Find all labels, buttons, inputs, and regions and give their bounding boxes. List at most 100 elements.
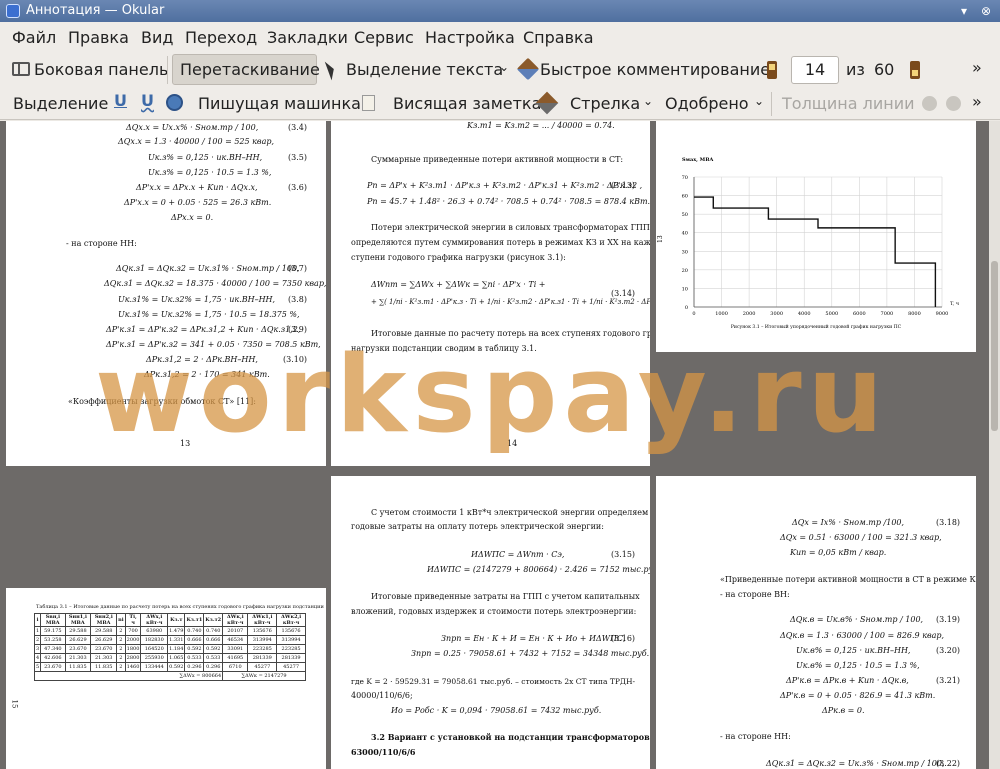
- arrow-chevron-icon[interactable]: ⌄: [643, 94, 653, 108]
- menu-bar: Файл Правка Вид Переход Закладки Сервис …: [0, 22, 1000, 52]
- formula-line: Зпрп = 0.25 · 79058.61 + 7432 + 7152 = 3…: [411, 649, 650, 658]
- table-sum-cell: ∑ΔWx = 800664: [33, 671, 224, 681]
- formula-line: Uк.з1% = Uк.з2% = 1,75 · uк.ВН–НН,: [118, 295, 276, 304]
- toolbar-overflow-icon[interactable]: »: [972, 58, 982, 77]
- annotation-toolbar: Выделение U U Пишущая машинка Висящая за…: [0, 88, 1000, 120]
- paragraph-text: где K = 2 · 59529.31 = 79058.61 тыс.руб.…: [351, 677, 636, 686]
- stamp-button[interactable]: Одобрено: [665, 94, 749, 113]
- table-header-cell: ΔWк,i кВт·ч: [222, 613, 249, 627]
- formula-line: ΔQк.в = 1.3 · 63000 / 100 = 826.9 квар,: [780, 631, 945, 640]
- table-sum-row: ∑ΔWx = 800664 ∑ΔWк = 2147279: [33, 671, 306, 681]
- formula-line: ΔPк.з1,2 = 2 · ΔPк.ВН–НН,: [146, 355, 258, 364]
- scrollbar-thumb[interactable]: [991, 261, 998, 431]
- page-15: Таблица 3.1 – Итоговые данные по расчету…: [6, 588, 326, 769]
- formula-line: ΔP'к.в = 0 + 0.05 · 826.9 = 41.3 кВт.: [780, 691, 936, 700]
- menu-tools[interactable]: Сервис: [354, 28, 414, 47]
- opacity-icon[interactable]: [946, 96, 961, 111]
- x-tick-label: 6000: [853, 311, 866, 317]
- formula-line: ΔP'к.з1 = ΔP'к.з2 = ΔPк.з1,2 + Kип · ΔQк…: [106, 325, 301, 334]
- okular-app-icon: [6, 4, 20, 18]
- close-icon[interactable]: ⊗: [978, 3, 994, 19]
- table-cell: 313994: [276, 635, 306, 645]
- table-cell: 0.533: [203, 653, 224, 663]
- table-header-cell: ni: [116, 613, 126, 627]
- menu-go[interactable]: Переход: [185, 28, 257, 47]
- table-cell: 0.592: [184, 644, 205, 654]
- y-tick-label: 50: [682, 212, 688, 218]
- table-cell: 281339: [276, 653, 306, 663]
- quick-annotation-button[interactable]: Быстрое комментирование: [540, 60, 770, 79]
- formula-line: ΔP'к.в = ΔPк.в + Kип · ΔQк.в,: [786, 676, 909, 685]
- table-row: 2 53.258 26.629 26.629 2 2000 182830 1.331 0.666…: [33, 635, 306, 645]
- table-cell: 6710: [222, 662, 249, 672]
- equation-number: (3.7): [288, 264, 307, 273]
- x-tick-label: 8000: [908, 311, 921, 317]
- menu-bookmarks[interactable]: Закладки: [267, 28, 348, 47]
- vertical-scrollbar[interactable]: [989, 121, 1000, 769]
- y-tick-label: 30: [682, 249, 688, 255]
- paragraph-text: «Коэффициенты загрузки обмоток СТ» [11]:: [68, 397, 256, 406]
- menu-settings[interactable]: Настройка: [425, 28, 515, 47]
- strikeout-icon[interactable]: [166, 94, 183, 111]
- table-header-cell: ΔWк1,i кВт·ч: [247, 613, 278, 627]
- text-selection-button[interactable]: Выделение текста: [346, 60, 503, 79]
- table-cell: 133444: [140, 662, 169, 672]
- formula-line: Kип = 0,05 кВт / квар.: [790, 548, 887, 557]
- table-row: 5 23.670 11.835 11.835 2 1460 133444 0.592 0.296…: [33, 662, 306, 672]
- arrow-button[interactable]: Стрелка: [570, 94, 640, 113]
- toolbar-overflow-icon[interactable]: »: [972, 92, 982, 111]
- menu-view[interactable]: Вид: [141, 28, 173, 47]
- typewriter-button[interactable]: Пишущая машинка: [198, 94, 361, 113]
- equation-number: (3.4): [288, 123, 307, 132]
- underline-icon[interactable]: U: [114, 91, 127, 110]
- pop-up-note-button[interactable]: Висящая заметка: [393, 94, 541, 113]
- table-cell: 135676: [247, 626, 278, 636]
- highlight-button[interactable]: Выделение: [13, 94, 108, 113]
- table-cell: 33091: [222, 644, 249, 654]
- table-cell: 63980: [140, 626, 169, 636]
- menu-edit[interactable]: Правка: [68, 28, 129, 47]
- table-cell: 1.331: [167, 635, 186, 645]
- table-header-cell: Kз.т1: [184, 613, 205, 627]
- section-heading: 63000/110/6/6: [351, 747, 416, 757]
- color-icon[interactable]: [922, 96, 937, 111]
- paragraph-text: 40000/110/6/6;: [351, 691, 413, 700]
- equation-number: (3.22): [936, 759, 961, 768]
- loss-table: i Sвн,i МВА Sнн1,i МВА Sнн2,i МВА ni Ti, ч ΔWx…: [33, 613, 306, 681]
- squiggle-icon[interactable]: U: [141, 91, 154, 110]
- paragraph-text: «Приведенные потери активной мощности в …: [720, 575, 976, 584]
- equation-number: (3.16): [611, 634, 636, 643]
- document-view[interactable]: ΔQx.x = Ux.x% · Sном.тр / 100, (3.4) ΔQx…: [0, 121, 989, 769]
- table-cell: 2: [116, 662, 126, 672]
- previous-page-icon[interactable]: [767, 61, 777, 79]
- table-cell: 26.629: [90, 635, 118, 645]
- table-cell: 29.588: [90, 626, 118, 636]
- formula-line: Зпрп = Ен · К + И = Ен · К + Ио + ИΔWПС,: [441, 634, 626, 643]
- chevron-down-icon[interactable]: ⌄: [499, 60, 509, 74]
- paragraph-text: Итоговые данные по расчету потерь на все…: [371, 329, 650, 338]
- page-14: Kз.т1 = Kз.т2 = ... / 40000 = 0.74. Сумм…: [331, 121, 650, 466]
- y-tick-label: 40: [682, 231, 688, 237]
- page-number-input[interactable]: 14: [791, 56, 839, 84]
- equation-number: (3.10): [283, 355, 308, 364]
- formula-line: ΔQx = 0.51 · 63000 / 100 = 321.3 квар,: [780, 533, 942, 542]
- formula-line: ΔQк.з1 = ΔQк.з2 = 18.375 · 40000 / 100 =…: [104, 279, 326, 288]
- table-cell: 26.629: [64, 635, 92, 645]
- minimize-icon[interactable]: ▾: [956, 3, 972, 19]
- table-cell: 20107: [222, 626, 249, 636]
- cursor-icon: [324, 59, 338, 81]
- page-chart: 0 10 20 30 40 50 60 70 0 1000 2000 3000 4000 5000 6000…: [656, 121, 976, 352]
- page-17: ΔQx = Ix% · Sном.тр /100, (3.18) ΔQx = 0…: [656, 476, 976, 769]
- stamp-chevron-icon[interactable]: ⌄: [754, 94, 764, 108]
- table-header-cell: Kз.т: [167, 613, 186, 627]
- table-cell: 164520: [140, 644, 169, 654]
- formula-line: ΔP'к.з1 = ΔP'к.з2 = 341 + 0.05 · 7350 = …: [106, 340, 321, 349]
- menu-file[interactable]: Файл: [12, 28, 56, 47]
- sidebar-toggle-button[interactable]: Боковая панель: [34, 60, 168, 79]
- line-width-button[interactable]: Толщина линии: [782, 94, 915, 113]
- next-page-icon[interactable]: [910, 61, 920, 79]
- menu-help[interactable]: Справка: [523, 28, 594, 47]
- formula-line: ΔPк.в = 0.: [822, 706, 865, 715]
- x-tick-label: 9000: [936, 311, 949, 317]
- table-cell: 47.340: [40, 644, 66, 654]
